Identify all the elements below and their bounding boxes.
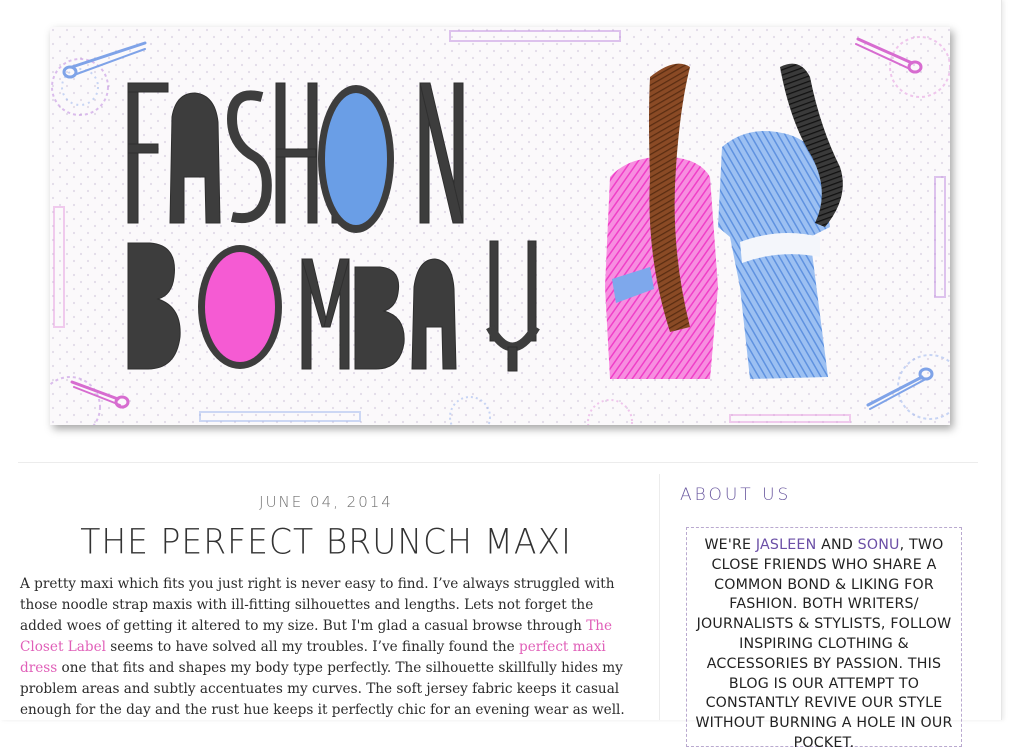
post-text: one that fits and shapes my body type pe… <box>20 660 625 718</box>
post-body: A pretty maxi which fits you just right … <box>20 574 638 721</box>
post-title[interactable]: THE PERFECT BRUNCH MAXI <box>20 521 632 562</box>
author-name-sonu[interactable]: SONU <box>858 537 900 553</box>
about-heading: ABOUT US <box>680 485 792 505</box>
post-text: A pretty maxi which fits you just right … <box>20 576 615 634</box>
about-text: WE'RE <box>704 537 756 553</box>
about-text: AND <box>816 537 858 553</box>
header-divider <box>18 462 978 463</box>
header-banner[interactable] <box>50 27 950 425</box>
post-date: JUNE 04, 2014 <box>259 493 393 511</box>
sidebar-divider <box>659 474 660 720</box>
post-text: seems to have solved all my troubles. I’… <box>105 639 519 655</box>
about-text-box: WE'RE JASLEEN AND SONU, TWO CLOSE FRIEND… <box>686 527 962 751</box>
about-text: , TWO CLOSE FRIENDS WHO SHARE A COMMON B… <box>695 537 953 751</box>
banner-artwork <box>50 27 950 425</box>
author-name-jasleen[interactable]: JASLEEN <box>756 537 817 553</box>
